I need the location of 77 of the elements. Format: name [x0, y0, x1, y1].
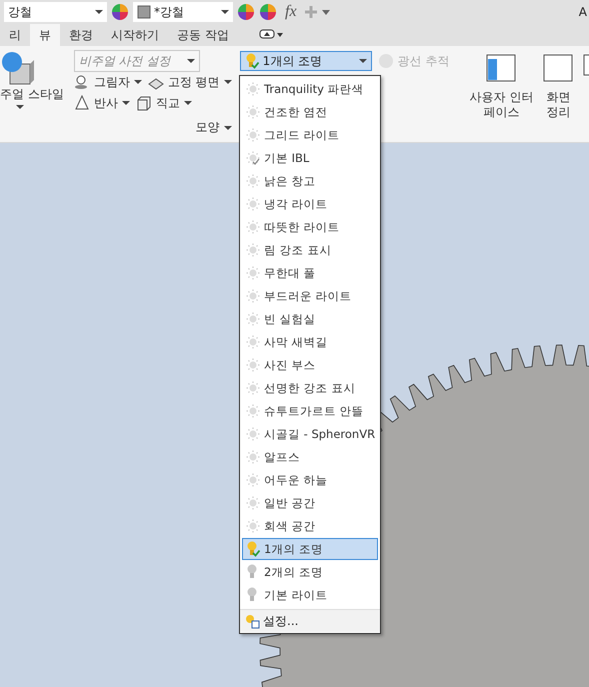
lighting-menu-item[interactable]: 기본 IBL [242, 147, 378, 169]
lit-bulb-icon [246, 541, 260, 557]
caret-icon [16, 103, 24, 111]
sun-icon [246, 174, 260, 188]
lighting-menu-item[interactable]: 사진 부스 [242, 354, 378, 376]
lighting-menu-item[interactable]: 시골길 - SpheronVR [242, 423, 378, 445]
fx-button[interactable]: fx [281, 3, 301, 21]
settings-menu-item[interactable]: 설정... [240, 609, 380, 632]
sun-icon [246, 105, 260, 119]
sun-icon [246, 128, 260, 142]
shadow-icon [74, 74, 90, 90]
orthographic-button[interactable]: 직교 [136, 94, 192, 112]
sun-icon [246, 266, 260, 280]
shadow-button[interactable]: 그림자 [74, 74, 142, 91]
sun-icon [246, 404, 260, 418]
sun-icon [246, 496, 260, 510]
sun-icon [246, 335, 260, 349]
sun-icon [246, 450, 260, 464]
sun-icon [246, 381, 260, 395]
lighting-menu-item[interactable]: 회색 공간 [242, 515, 378, 537]
ground-plane-button[interactable]: 고정 평면 [148, 74, 232, 91]
lighting-menu-item[interactable]: 선명한 강조 표시 [242, 377, 378, 399]
lighting-dropdown[interactable]: 1개의 조명 [240, 51, 372, 71]
sun-icon [246, 197, 260, 211]
sun-icon [246, 473, 260, 487]
lighting-menu-item[interactable]: 슈투트가르트 안뜰 [242, 400, 378, 422]
swatch-icon [137, 5, 151, 19]
sun-icon [246, 312, 260, 326]
window-icon [486, 54, 516, 82]
box-icon [136, 95, 152, 111]
ribbon-tab[interactable]: 환경 [60, 24, 102, 46]
lit-bulb-icon [244, 53, 259, 69]
lighting-menu-item[interactable]: 빈 실험실 [242, 308, 378, 330]
material-dropdown[interactable]: 강철 [4, 2, 107, 22]
lighting-menu-item[interactable]: 그리드 라이트 [242, 124, 378, 146]
color-wheel-icon [259, 3, 277, 21]
lighting-menu-item[interactable]: 1개의 조명 [242, 538, 378, 560]
lighting-menu-item[interactable]: Tranquility 파란색 [242, 78, 378, 100]
ribbon-tab[interactable]: 시작하기 [102, 24, 168, 46]
appearance-dropdown[interactable]: *강철 [133, 2, 233, 22]
sun-icon [246, 519, 260, 533]
lighting-menu-item[interactable]: 건조한 염전 [242, 101, 378, 123]
window-icon [543, 54, 574, 82]
lighting-menu-item[interactable]: 어두운 하늘 [242, 469, 378, 491]
lighting-menu-item[interactable]: 부드러운 라이트 [242, 285, 378, 307]
cleanup-button[interactable]: 화면 정리 [541, 54, 576, 138]
panel-title[interactable]: 모양 [196, 119, 232, 136]
lighting-menu-item[interactable]: 기본 라이트 [242, 584, 378, 606]
ribbon-tab[interactable]: 리 [0, 24, 30, 46]
sun-check-icon [246, 151, 260, 165]
reflection-icon [74, 95, 90, 111]
sun-icon [246, 358, 260, 372]
sun-icon [246, 82, 260, 96]
sun-icon [246, 427, 260, 441]
cut-label: A [578, 5, 588, 19]
lighting-menu-item[interactable]: 낡은 창고 [242, 170, 378, 192]
lighting-menu-item[interactable]: 무한대 풀 [242, 262, 378, 284]
caret-icon [320, 7, 331, 17]
lighting-menu-item[interactable]: 사막 새벽길 [242, 331, 378, 353]
visual-style-button[interactable]: 주얼 스타일 [0, 86, 64, 103]
color-wheel-icon [237, 3, 255, 21]
lighting-menu-item[interactable]: 일반 공간 [242, 492, 378, 514]
lighting-menu-item[interactable]: 림 강조 표시 [242, 239, 378, 261]
sun-icon [246, 289, 260, 303]
ribbon-tab[interactable]: 뷰 [30, 24, 60, 46]
lighting-menu-item[interactable]: 따뜻한 라이트 [242, 216, 378, 238]
sun-settings-icon [244, 613, 260, 629]
lighting-menu-item[interactable]: 알프스 [242, 446, 378, 468]
color-wheel-icon [111, 3, 129, 21]
user-interface-button[interactable]: 사용자 인터페이스 [469, 54, 534, 138]
lighting-menu-item[interactable]: 냉각 라이트 [242, 193, 378, 215]
lighting-menu-item[interactable]: 2개의 조명 [242, 561, 378, 583]
sun-icon [246, 243, 260, 257]
ribbon-tab[interactable]: 공동 작업 [168, 24, 238, 46]
reflection-button[interactable]: 반사 [74, 94, 130, 112]
sun-icon [246, 220, 260, 234]
plus-icon [304, 6, 317, 18]
